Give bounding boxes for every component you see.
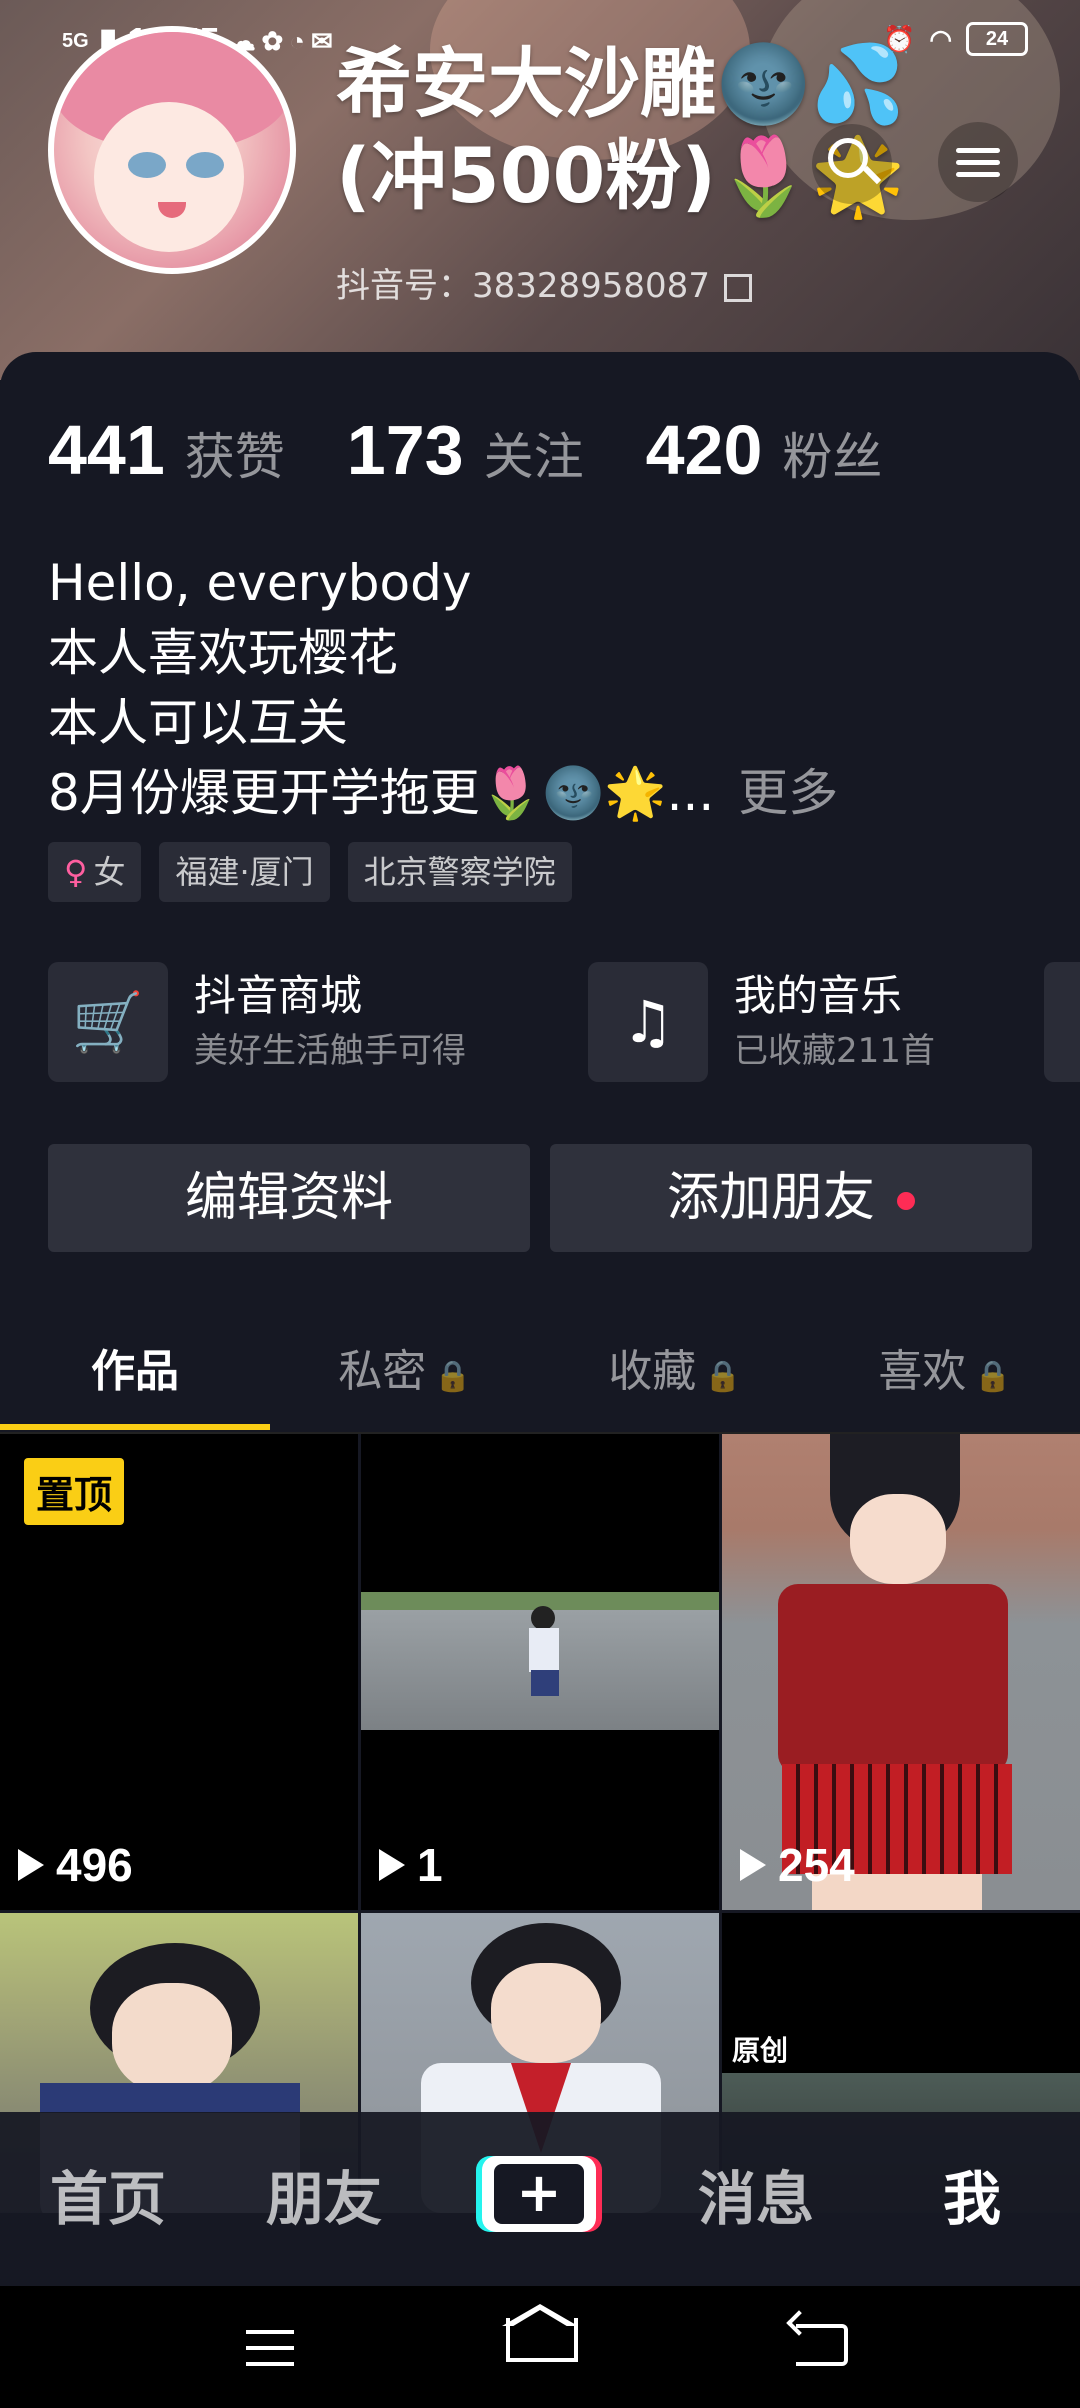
play-count: 496	[18, 1838, 133, 1892]
douyin-id[interactable]: 抖音号：38328958087	[336, 258, 752, 307]
music-icon: ♫	[588, 962, 708, 1082]
tag-school: 北京警察学院	[347, 842, 572, 902]
edit-profile-button[interactable]: 编辑资料	[48, 1144, 530, 1252]
profile-tags: ♀ 女 福建·厦门 北京警察学院	[48, 842, 572, 902]
original-badge: 原创	[732, 2034, 789, 2067]
lock-icon: 🔒	[974, 1359, 1012, 1394]
lock-icon: 🔒	[704, 1359, 742, 1394]
stat-label: 粉丝	[782, 428, 883, 486]
stat-likes[interactable]: 441 获赞	[48, 410, 285, 490]
tab-works[interactable]: 作品	[0, 1330, 270, 1434]
stat-value: 420	[645, 411, 763, 489]
tab-private[interactable]: 私密 🔒	[270, 1330, 540, 1434]
add-friend-button[interactable]: 添加朋友	[550, 1144, 1032, 1252]
search-icon	[828, 138, 868, 178]
search-button[interactable]	[812, 124, 892, 204]
avatar[interactable]	[48, 26, 296, 274]
stat-following[interactable]: 173 关注	[347, 410, 584, 490]
stat-label: 获赞	[184, 428, 285, 486]
service-title: 抖音商城	[194, 971, 363, 1020]
play-icon	[740, 1849, 766, 1881]
bio-line: Hello, everybody	[48, 554, 472, 612]
profile-stats: 441 获赞 173 关注 420 粉丝	[48, 410, 944, 490]
menu-button[interactable]	[938, 122, 1018, 202]
service-more[interactable]	[1044, 962, 1080, 1082]
play-icon	[18, 1849, 44, 1881]
create-button[interactable]: +	[482, 2156, 596, 2232]
service-my-music[interactable]: ♫ 我的音乐 已收藏211首	[588, 962, 935, 1082]
tab-likes[interactable]: 喜欢 🔒	[810, 1330, 1080, 1434]
douyin-id-text: 抖音号：38328958087	[336, 266, 710, 306]
stat-value: 173	[346, 411, 464, 489]
bio-line: 8月份爆更开学拖更🌷🌚🌟...	[48, 764, 715, 822]
qr-code-icon[interactable]	[723, 273, 752, 302]
stat-value: 441	[48, 411, 165, 489]
play-icon	[379, 1849, 405, 1881]
bottom-navigation: 首页 朋友 + 消息 我	[0, 2112, 1080, 2286]
plus-icon: +	[494, 2164, 584, 2224]
nav-messages[interactable]: 消息	[648, 2112, 864, 2286]
tab-indicator	[0, 1424, 270, 1430]
bio-more-link[interactable]: 更多	[738, 764, 838, 822]
video-thumbnail[interactable]: 1	[361, 1434, 719, 1910]
profile-bio[interactable]: Hello, everybody 本人喜欢玩樱花 本人可以互关 8月份爆更开学拖…	[48, 548, 838, 828]
lock-icon: 🔒	[434, 1359, 472, 1394]
play-count: 254	[740, 1838, 855, 1892]
bio-line: 本人可以互关	[48, 694, 348, 752]
service-douyin-mall[interactable]: 🛒 抖音商城 美好生活触手可得	[48, 962, 466, 1082]
content-tabs: 作品 私密 🔒 收藏 🔒 喜欢 🔒	[0, 1330, 1080, 1434]
nav-home[interactable]: 首页	[0, 2112, 216, 2286]
service-title: 我的音乐	[734, 971, 903, 1020]
bio-line: 本人喜欢玩樱花	[48, 624, 398, 682]
notification-dot	[897, 1192, 915, 1210]
cart-icon: 🛒	[48, 962, 168, 1082]
service-subtitle: 已收藏211首	[734, 1031, 935, 1071]
nav-me[interactable]: 我	[864, 2112, 1080, 2286]
system-navigation-bar	[0, 2286, 1080, 2408]
service-subtitle: 美好生活触手可得	[194, 1031, 466, 1071]
female-icon: ♀	[64, 853, 88, 891]
tag-gender: ♀ 女	[48, 842, 142, 902]
stat-followers[interactable]: 420 粉丝	[646, 410, 883, 490]
nav-friends[interactable]: 朋友	[216, 2112, 432, 2286]
stat-label: 关注	[483, 428, 584, 486]
tab-favorites[interactable]: 收藏 🔒	[540, 1330, 810, 1434]
video-thumbnail[interactable]: 254	[722, 1434, 1080, 1910]
video-thumbnail[interactable]: 置顶 496	[0, 1434, 358, 1910]
menu-icon	[956, 148, 1000, 153]
battery-icon: 24	[966, 22, 1028, 56]
profile-header: 5G ▮ 12:55 ☁✿◔✉ ⏰ ◠ 24 希安大沙雕🌚💦(冲500粉)🌷🌟 …	[0, 0, 1080, 380]
play-count: 1	[379, 1838, 443, 1892]
tag-location: 福建·厦门	[159, 842, 330, 902]
recent-apps-button[interactable]	[246, 2330, 294, 2378]
pinned-badge: 置顶	[24, 1458, 125, 1525]
